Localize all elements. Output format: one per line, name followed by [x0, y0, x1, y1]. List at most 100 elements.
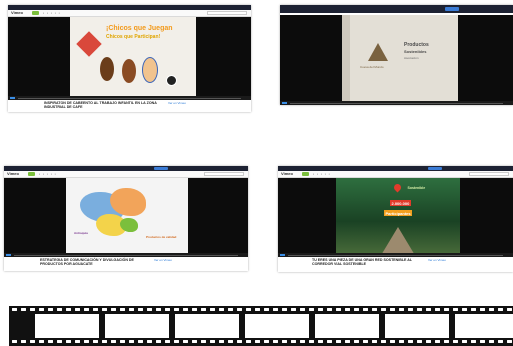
meta-link[interactable]: Ver en Vimeo: [428, 258, 446, 262]
film-hole: [183, 308, 188, 311]
nav-links[interactable]: ▪ ▪ ▪ ▪ ▪: [39, 173, 57, 176]
film-frame: [315, 314, 379, 338]
play-button[interactable]: [280, 254, 285, 256]
frame-title-line-1: Productos: [404, 42, 429, 48]
video-player[interactable]: Cueva del Mundo Productos Sostenibles As…: [280, 15, 513, 105]
play-button[interactable]: [6, 254, 11, 256]
video-player[interactable]: ¡Chicos que Juegan Chicos que Participan…: [8, 17, 251, 100]
film-hole: [30, 308, 35, 311]
film-hole: [39, 340, 44, 343]
film-hole: [507, 308, 512, 311]
screenshot-2: Cueva del Mundo Productos Sostenibles As…: [280, 5, 513, 105]
soccer-ball-icon: [166, 75, 177, 86]
film-hole: [30, 340, 35, 343]
site-navbar: Vimeo ▪ ▪ ▪ ▪ ▪: [278, 171, 513, 178]
film-hole: [84, 308, 89, 311]
meta-link[interactable]: Ver en Vimeo: [154, 258, 172, 262]
film-hole: [354, 308, 359, 311]
join-button[interactable]: [28, 172, 35, 176]
film-hole: [273, 308, 278, 311]
film-hole: [462, 308, 467, 311]
film-hole: [219, 308, 224, 311]
play-button[interactable]: [10, 97, 15, 99]
film-hole: [174, 308, 179, 311]
progress-bar[interactable]: [288, 254, 503, 256]
site-logo[interactable]: Vimeo: [11, 11, 23, 15]
film-hole: [300, 340, 305, 343]
site-logo[interactable]: Vimeo: [281, 172, 293, 176]
topbar-button[interactable]: [428, 167, 442, 170]
search-input[interactable]: [207, 11, 247, 15]
film-hole: [111, 308, 116, 311]
film-hole: [12, 308, 17, 311]
video-player[interactable]: Sostenible 2.000.000 Participantes: [278, 178, 513, 257]
film-hole: [48, 340, 53, 343]
nav-links[interactable]: ▪ ▪ ▪ ▪ ▪: [313, 173, 331, 176]
film-hole: [120, 308, 125, 311]
film-hole: [363, 308, 368, 311]
film-hole: [318, 308, 323, 311]
frame-side-panel: [342, 15, 350, 105]
play-button[interactable]: [282, 102, 287, 104]
film-hole: [372, 308, 377, 311]
frame-title-line-2: Sostenibles: [404, 49, 427, 54]
film-hole: [426, 308, 431, 311]
film-hole: [291, 308, 296, 311]
film-hole: [66, 340, 71, 343]
mountain-logo-icon: [368, 43, 388, 61]
progress-bar[interactable]: [14, 254, 238, 256]
search-input[interactable]: [469, 172, 509, 176]
film-hole: [138, 340, 143, 343]
frame-title-line-2: Chicos que Participan!: [106, 34, 161, 40]
meta-link[interactable]: Ver en Vimeo: [168, 101, 186, 105]
film-hole: [147, 308, 152, 311]
film-hole: [291, 340, 296, 343]
video-caption: Inspiraton de Cabeento al Trabajo Infant…: [44, 101, 157, 110]
film-hole: [444, 340, 449, 343]
film-hole: [309, 340, 314, 343]
site-navbar: Vimeo ▪ ▪ ▪ ▪ ▪: [4, 171, 248, 178]
search-input[interactable]: [204, 172, 244, 176]
video-frame: ¡Chicos que Juegan Chicos que Participan…: [70, 17, 196, 100]
film-hole: [264, 308, 269, 311]
film-hole: [48, 308, 53, 311]
film-hole: [246, 340, 251, 343]
join-button[interactable]: [32, 11, 39, 15]
film-hole: [237, 308, 242, 311]
film-hole: [12, 340, 17, 343]
video-player[interactable]: Antioquia Productos de calidad: [4, 178, 248, 257]
film-hole: [489, 340, 494, 343]
join-button[interactable]: [302, 172, 309, 176]
film-hole: [408, 340, 413, 343]
progress-bar[interactable]: [290, 102, 503, 104]
film-hole: [390, 340, 395, 343]
nav-links[interactable]: ▪ ▪ ▪ ▪ ▪: [43, 12, 61, 15]
film-hole: [372, 340, 377, 343]
film-hole: [444, 308, 449, 311]
film-hole: [102, 308, 107, 311]
film-hole: [219, 340, 224, 343]
screenshot-3: Vimeo ▪ ▪ ▪ ▪ ▪ Antioquia Productos de c…: [4, 166, 248, 271]
video-frame: Cueva del Mundo Productos Sostenibles As…: [342, 15, 458, 105]
film-hole: [93, 308, 98, 311]
topbar-button[interactable]: [445, 7, 459, 11]
film-hole: [120, 340, 125, 343]
progress-bar[interactable]: [18, 97, 241, 99]
site-logo[interactable]: Vimeo: [7, 172, 19, 176]
film-hole: [480, 308, 485, 311]
film-frame: [105, 314, 169, 338]
film-hole: [453, 340, 458, 343]
video-meta: Ver en Vimeo: [168, 101, 238, 105]
screenshot-4: Vimeo ▪ ▪ ▪ ▪ ▪ Sostenible 2.000.000 Par…: [278, 166, 513, 272]
video-frame: Antioquia Productos de calidad: [66, 178, 188, 257]
film-frame: [385, 314, 449, 338]
film-hole: [399, 340, 404, 343]
film-hole: [75, 308, 80, 311]
topbar-button[interactable]: [154, 167, 168, 170]
film-hole: [201, 340, 206, 343]
film-hole: [435, 340, 440, 343]
film-hole: [255, 308, 260, 311]
film-hole: [453, 308, 458, 311]
child-figure-2: [122, 59, 136, 83]
video-meta: Ver en Vimeo: [428, 258, 498, 262]
